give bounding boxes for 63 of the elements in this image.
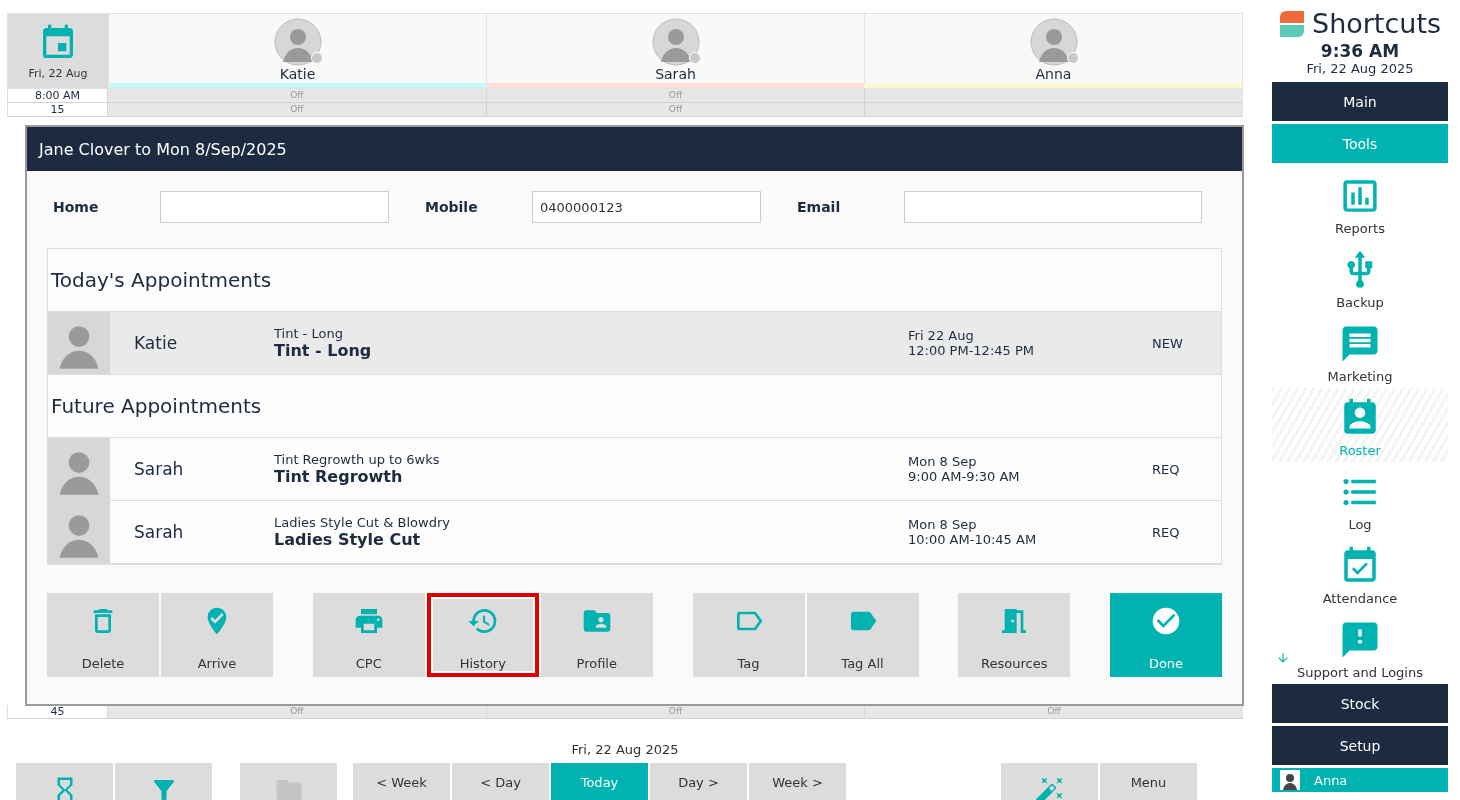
appointment-time: 12:00 PM-12:45 PM [908,343,1035,358]
schedule-slot[interactable] [864,103,1243,116]
service-name: Ladies Style Cut [274,530,422,549]
staff-column-header[interactable]: Sarah [486,14,864,88]
service-description: Tint Regrowth up to 6wks [274,452,441,467]
staff-name: Sarah [133,522,185,542]
nav-button[interactable]: Day > [650,763,747,800]
appointment-status: REQ [1152,524,1181,540]
field-label: Home [53,199,100,215]
appointment-row[interactable]: Sarah Tint Regrowth up to 6wks Tint Regrowth Mon 8 Sep 9:00 AM-9:30 AM REQ [48,438,1221,501]
appointment-time: 9:00 AM-9:30 AM [908,469,1021,484]
magic-wand-icon [1034,775,1065,800]
staff-column-header[interactable]: Katie [108,14,486,88]
menu-section-button[interactable]: Stock [1272,684,1448,723]
field-label: Mobile [425,199,479,215]
staff-name: Sarah [133,459,185,479]
menu-section-button[interactable]: Main [1272,82,1448,121]
schedule-slot[interactable] [864,89,1243,102]
service-description: Ladies Style Cut & Blowdry [274,515,451,530]
appointment-date: Fri 22 Aug [908,328,975,343]
logo-icon [1280,10,1304,37]
action-button[interactable]: CPC [312,593,425,677]
footer-date: Fri, 22 Aug 2025 [571,742,679,757]
appointment-time: 10:00 AM-10:45 AM [908,532,1038,547]
action-button[interactable]: History [426,593,539,677]
input-field[interactable]: 0400000123 [532,191,761,223]
dialog-title: Jane Clover to Mon 8/Sep/2025 [27,127,1242,171]
clock-date: Fri, 22 Aug 2025 [1305,61,1415,76]
input-field[interactable] [904,191,1202,223]
avatar-silhouette [651,18,700,66]
input-field[interactable] [160,191,389,223]
avatar-silhouette [273,18,322,66]
toolbar-button[interactable] [16,763,113,800]
action-button[interactable]: Profile [540,593,653,677]
action-button[interactable]: Tag [692,593,805,677]
appointment-row[interactable]: Katie Tint - Long Tint - Long Fri 22 Aug 12:00 PM-12:45 PM NEW [48,312,1221,375]
appointment-status: REQ [1152,461,1181,477]
nav-button[interactable]: < Day [452,763,549,800]
brand-name: Shortcuts [1312,8,1442,39]
clock-time: 9:36 AM [1319,41,1401,61]
avatar-silhouette [1029,18,1078,66]
service-name: Tint Regrowth [274,467,404,486]
menu-section-button[interactable]: Setup [1272,726,1448,765]
action-button[interactable]: Resources [958,593,1071,677]
appointment-status: NEW [1152,335,1184,351]
action-button[interactable]: Delete [47,593,159,677]
appointment-row[interactable]: Sarah Ladies Style Cut & Blowdry Ladies Style Cut Mon 8 Sep 10:00 AM-10:45 AM REQ [48,501,1221,564]
service-description: Tint - Long [274,326,344,341]
service-name: Tint - Long [274,341,373,360]
toolbar-button[interactable] [115,763,212,800]
appointment-date: Mon 8 Sep [908,517,978,532]
staff-column-header[interactable]: Anna [864,14,1242,88]
action-button[interactable]: Arrive [161,593,273,677]
toolbar-button[interactable] [1001,763,1098,800]
nav-button[interactable]: Menu [1100,763,1197,800]
field-label: Email [797,199,842,215]
nav-button[interactable]: < Week [353,763,450,800]
staff-name: Katie [133,333,179,353]
avatar-silhouette [1280,770,1300,790]
action-button[interactable]: Tag All [806,593,919,677]
nav-button[interactable]: Week > [749,763,846,800]
date-cell[interactable]: Fri, 22 Aug [8,14,108,88]
appointment-date: Mon 8 Sep [908,454,978,469]
